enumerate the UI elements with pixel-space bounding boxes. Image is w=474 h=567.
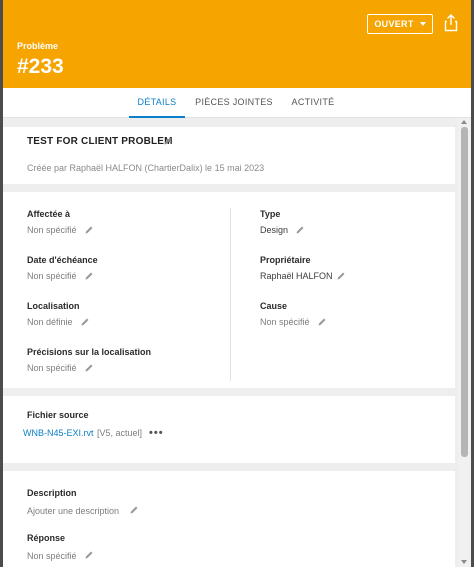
location-value: Non définie	[27, 317, 73, 327]
edit-response-pencil-icon[interactable]	[84, 550, 94, 560]
edit-location-details-pencil-icon[interactable]	[84, 363, 94, 373]
edit-type-pencil-icon[interactable]	[295, 225, 305, 235]
location-label: Localisation	[27, 301, 80, 311]
share-icon[interactable]	[444, 14, 458, 32]
scroll-down-arrow-icon[interactable]	[461, 560, 467, 564]
edit-assigned-to-pencil-icon[interactable]	[84, 225, 94, 235]
response-value: Non spécifié	[27, 551, 77, 561]
type-label: Type	[260, 209, 281, 219]
column-divider	[230, 208, 231, 381]
assigned-to-label: Affectée à	[27, 209, 71, 219]
type-value: Design	[260, 225, 289, 235]
owner-value: Raphaël HALFON	[260, 271, 333, 281]
edit-cause-pencil-icon[interactable]	[317, 317, 327, 327]
edit-location-pencil-icon[interactable]	[80, 317, 90, 327]
more-options-icon[interactable]: •••	[149, 428, 164, 439]
edit-due-date-pencil-icon[interactable]	[84, 271, 94, 281]
scroll-up-arrow-icon[interactable]	[461, 120, 467, 124]
location-details-value: Non spécifié	[27, 363, 77, 373]
edit-owner-pencil-icon[interactable]	[336, 271, 346, 281]
edit-title-pencil-icon[interactable]	[163, 136, 173, 146]
issue-header: OUVERT Problème #233	[3, 0, 471, 88]
chevron-down-icon	[419, 22, 426, 26]
scrollbar-thumb[interactable]	[461, 127, 468, 457]
issue-panel: OUVERT Problème #233 DÉTAILS PIÈCES JOIN…	[3, 0, 471, 567]
source-file-link[interactable]: WNB-N45-EXI.rvt	[23, 428, 94, 438]
status-dropdown-button[interactable]: OUVERT	[367, 14, 433, 34]
cause-label: Cause	[260, 301, 288, 311]
owner-label: Propriétaire	[260, 255, 311, 265]
source-file-version: [V5, actuel]	[97, 428, 143, 438]
due-date-label: Date d'échéance	[27, 255, 98, 265]
issue-number: #233	[17, 55, 64, 78]
location-details-label: Précisions sur la localisation	[27, 347, 152, 357]
tab-attachments[interactable]: PIÈCES JOINTES	[195, 88, 273, 118]
created-by-text: Créée par Raphaël HALFON (ChartierDalix)…	[27, 163, 265, 173]
edit-description-pencil-icon[interactable]	[129, 505, 139, 515]
fields-card	[3, 192, 455, 388]
description-label: Description	[27, 488, 77, 498]
response-label: Réponse	[27, 533, 66, 543]
issue-title: TEST FOR CLIENT PROBLEM	[27, 136, 173, 147]
tab-bar: DÉTAILS PIÈCES JOINTES ACTIVITÉ	[3, 88, 471, 118]
cause-value: Non spécifié	[260, 317, 310, 327]
tab-activity[interactable]: ACTIVITÉ	[286, 88, 340, 118]
issue-type-label: Problème	[17, 41, 59, 51]
status-label: OUVERT	[374, 19, 414, 29]
add-description-field[interactable]: Ajouter une description	[27, 506, 119, 516]
tab-details[interactable]: DÉTAILS	[129, 88, 185, 118]
source-file-label: Fichier source	[27, 410, 89, 420]
due-date-value: Non spécifié	[27, 271, 77, 281]
assigned-to-value: Non spécifié	[27, 225, 77, 235]
